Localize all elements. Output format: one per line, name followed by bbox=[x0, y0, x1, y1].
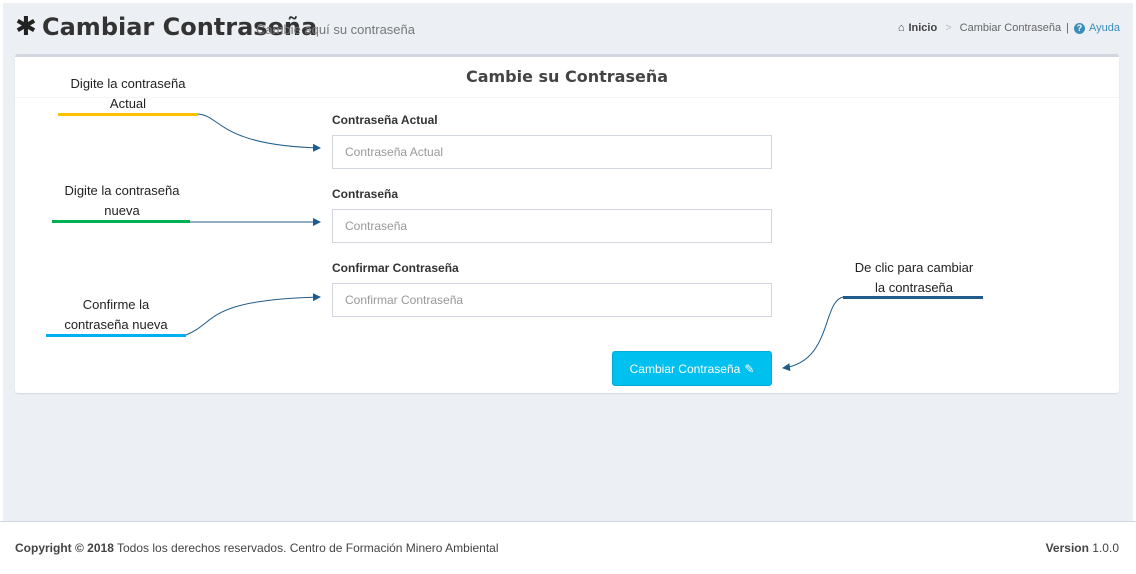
change-password-button-label: Cambiar Contraseña bbox=[629, 361, 741, 376]
footer-copyright: Copyright © 2018 Todos los derechos rese… bbox=[15, 541, 499, 555]
breadcrumb-divider: | bbox=[1066, 22, 1069, 34]
callout-current-password-line2: Actual bbox=[109, 96, 147, 111]
callout-new-password-line1: Digite la contraseña bbox=[64, 183, 180, 198]
help-link[interactable]: Ayuda bbox=[1089, 22, 1120, 34]
callout-current-password-underline bbox=[58, 113, 198, 116]
callout-confirm-password-underline bbox=[46, 334, 186, 337]
callout-submit-line1: De clic para cambiar bbox=[854, 260, 974, 275]
footer: Copyright © 2018 Todos los derechos rese… bbox=[0, 521, 1136, 574]
confirm-password-label: Confirmar Contraseña bbox=[332, 261, 459, 275]
callout-current-password: Digite la contraseña Actual bbox=[52, 74, 204, 114]
callout-confirm-password: Confirme la contraseña nueva bbox=[41, 295, 191, 335]
question-circle-icon[interactable]: ? bbox=[1074, 22, 1085, 34]
copyright-year: Copyright © 2018 bbox=[15, 541, 114, 555]
current-password-input[interactable] bbox=[332, 135, 772, 169]
copyright-text: Todos los derechos reservados. Centro de… bbox=[113, 541, 499, 555]
new-password-label: Contraseña bbox=[332, 187, 399, 201]
callout-current-password-line1: Digite la contraseña bbox=[70, 76, 186, 91]
current-password-label: Contraseña Actual bbox=[332, 113, 438, 127]
breadcrumb-separator: > bbox=[945, 22, 952, 34]
page-subtitle: Cambie aquí su contraseña bbox=[256, 22, 415, 37]
callout-new-password-underline bbox=[52, 220, 190, 223]
breadcrumb-current: Cambiar Contraseña bbox=[959, 22, 1062, 34]
asterisk-icon: ✱ bbox=[15, 12, 37, 42]
callout-new-password-line2: nueva bbox=[104, 203, 140, 218]
breadcrumb-home-link[interactable]: Inicio bbox=[908, 22, 937, 34]
callout-confirm-password-line1: Confirme la bbox=[82, 297, 150, 312]
breadcrumb: ⌂ Inicio > Cambiar Contraseña | ? Ayuda bbox=[898, 22, 1120, 34]
footer-version: Version 1.0.0 bbox=[1046, 541, 1119, 555]
confirm-password-input[interactable] bbox=[332, 283, 772, 317]
callout-submit: De clic para cambiar la contraseña bbox=[834, 258, 994, 298]
callout-submit-line2: la contraseña bbox=[874, 280, 954, 295]
content-header: ✱ Cambiar Contraseña Cambie aquí su cont… bbox=[15, 8, 1120, 48]
version-label: Version bbox=[1045, 541, 1089, 555]
new-password-input[interactable] bbox=[332, 209, 772, 243]
version-value: 1.0.0 bbox=[1092, 541, 1119, 555]
change-password-button[interactable]: Cambiar Contraseña ✎ bbox=[612, 351, 772, 386]
callout-new-password: Digite la contraseña nueva bbox=[46, 181, 198, 221]
callout-confirm-password-line2: contraseña nueva bbox=[64, 317, 168, 332]
pencil-icon: ✎ bbox=[744, 361, 755, 376]
callout-submit-underline bbox=[843, 296, 983, 299]
home-icon[interactable]: ⌂ bbox=[898, 22, 905, 34]
